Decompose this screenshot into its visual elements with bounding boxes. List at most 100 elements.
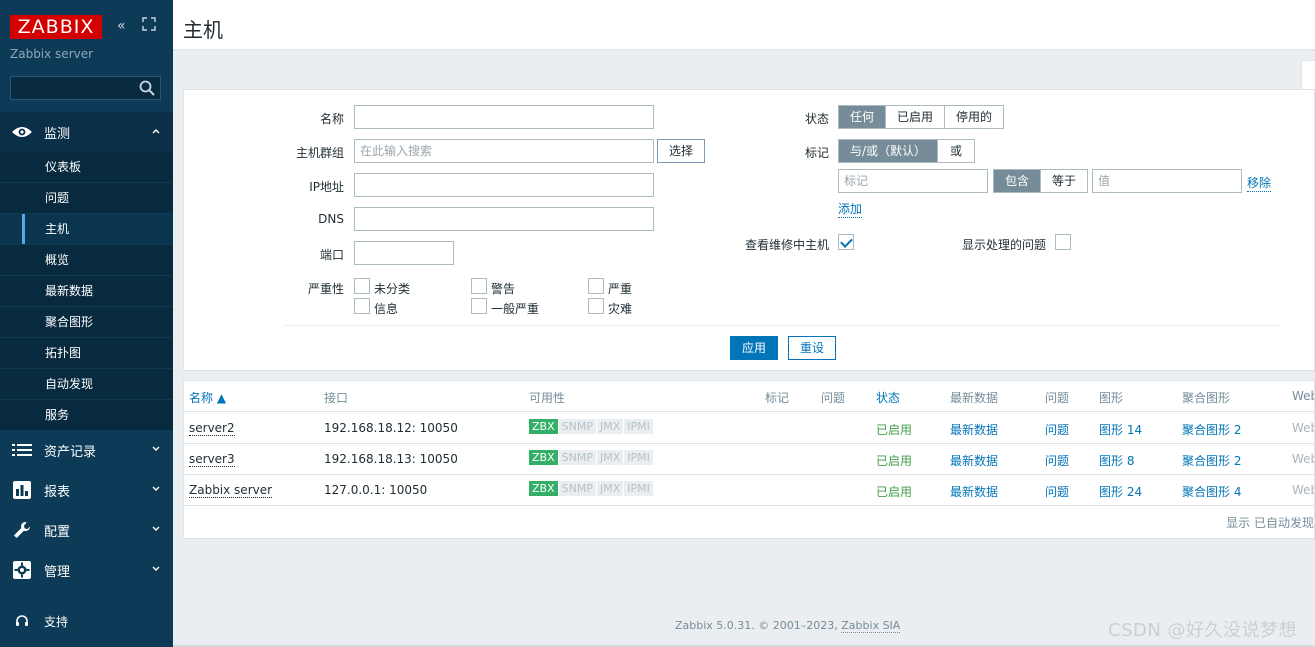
host-name-link[interactable]: server3 [189, 452, 235, 467]
dns-label: DNS [318, 212, 344, 226]
filter-panel: 名称 主机群组 在此输入搜索 选择 IP地址 DNS 端口 严重性 未分类 警告… [183, 89, 1315, 371]
select-button[interactable]: 选择 [657, 139, 705, 163]
graphs-link[interactable]: 图形 14 [1099, 421, 1142, 438]
host-name-link[interactable]: Zabbix server [189, 483, 273, 498]
web-link: Web [1292, 483, 1314, 497]
sidebar-item-screens[interactable]: 聚合图形 [0, 307, 173, 338]
remove-tag-link[interactable]: 移除 [1247, 174, 1272, 192]
zabbix-sia-link[interactable]: Zabbix SIA [841, 619, 901, 633]
zbx-badge: ZBX [529, 450, 558, 465]
host-status[interactable]: 已启用 [876, 421, 912, 438]
severity-warning-checkbox[interactable] [471, 278, 487, 294]
zabbix-logo[interactable]: ZABBIX [10, 15, 102, 39]
severity-average-label: 一般严重 [491, 302, 540, 316]
nav-monitoring-label: 监测 [44, 126, 71, 142]
search-icon[interactable] [138, 79, 156, 97]
hostgroup-input[interactable]: 在此输入搜索 [354, 139, 654, 163]
filter-tab[interactable] [1301, 60, 1315, 90]
nav-inventory[interactable]: 资产记录 [0, 430, 173, 470]
port-label: 端口 [319, 248, 344, 262]
sidebar-item-problems[interactable]: 问题 [0, 183, 173, 214]
status-enabled-option[interactable]: 已启用 [885, 106, 945, 128]
sidebar-item-services[interactable]: 服务 [0, 400, 173, 431]
severity-high-checkbox[interactable] [588, 278, 604, 294]
hosts-table: 名称 ▲ 接口 可用性 标记 问题 状态 最新数据 问题 图形 聚合图形 Web… [183, 380, 1315, 539]
col-status-header[interactable]: 状态 [876, 389, 900, 406]
nav-support[interactable]: 支持 [0, 601, 173, 641]
collapse-sidebar-icon[interactable]: « [117, 18, 126, 34]
screens-link[interactable]: 聚合图形 2 [1182, 452, 1241, 469]
col-interface-header: 接口 [324, 391, 349, 405]
table-footer-note: 显示 已自动发现 [1226, 516, 1314, 530]
problems-link[interactable]: 问题 [1045, 483, 1069, 500]
reset-button[interactable]: 重设 [788, 336, 836, 360]
add-tag-link[interactable]: 添加 [838, 200, 863, 218]
snmp-badge: SNMP [558, 481, 596, 496]
nav-configuration[interactable]: 配置 [0, 510, 173, 550]
web-link: Web [1292, 421, 1314, 435]
status-label: 状态 [804, 112, 829, 126]
eye-icon [11, 125, 33, 139]
chevron-down-icon [152, 486, 160, 491]
sidebar-item-overview[interactable]: 概览 [0, 245, 173, 276]
status-disabled-option[interactable]: 停用的 [944, 106, 1004, 128]
severity-warning-label: 警告 [491, 282, 516, 296]
severity-not-classified-checkbox[interactable] [354, 278, 370, 294]
latest-data-link[interactable]: 最新数据 [950, 421, 998, 438]
screens-link[interactable]: 聚合图形 4 [1182, 483, 1241, 500]
sidebar-item-dashboard[interactable]: 仪表板 [0, 152, 173, 183]
severity-information-checkbox[interactable] [354, 298, 370, 314]
web-link: Web [1292, 452, 1314, 466]
tags-label: 标记 [804, 146, 829, 160]
jmx-badge: JMX [596, 450, 624, 465]
tag-name-input[interactable]: 标记 [838, 169, 988, 193]
nav-support-label: 支持 [44, 614, 69, 629]
tags-and-or-option[interactable]: 与/或（默认） [839, 140, 938, 162]
col-name-header[interactable]: 名称 ▲ [189, 389, 226, 406]
sidebar: ZABBIX « Zabbix server 监测 仪表板 问题 主机 概览 最… [0, 0, 173, 647]
sidebar-item-latest-data[interactable]: 最新数据 [0, 276, 173, 307]
port-input[interactable] [354, 241, 454, 265]
sidebar-item-hosts[interactable]: 主机 [0, 214, 173, 245]
jmx-badge: JMX [596, 419, 624, 434]
severity-disaster-checkbox[interactable] [588, 298, 604, 314]
dns-input[interactable] [354, 207, 654, 231]
graphs-link[interactable]: 图形 8 [1099, 452, 1134, 469]
screens-link[interactable]: 聚合图形 2 [1182, 421, 1241, 438]
kiosk-mode-icon[interactable] [142, 17, 156, 35]
latest-data-link[interactable]: 最新数据 [950, 452, 998, 469]
watermark: CSDN @好久没说梦想 [1108, 620, 1298, 641]
status-any-option[interactable]: 任何 [839, 106, 886, 128]
tag-value-input[interactable]: 值 [1092, 169, 1242, 193]
ip-input[interactable] [354, 173, 654, 197]
nav-reports[interactable]: 报表 [0, 470, 173, 510]
tag-equals-option[interactable]: 等于 [1040, 170, 1088, 192]
status-segmented: 任何 已启用 停用的 [838, 105, 1005, 129]
suppressed-label: 显示处理的问题 [961, 238, 1046, 252]
maintenance-checkbox[interactable] [838, 234, 854, 250]
severity-high-label: 严重 [608, 282, 633, 296]
host-status[interactable]: 已启用 [876, 483, 912, 500]
nav-administration[interactable]: 管理 [0, 550, 173, 590]
problems-link[interactable]: 问题 [1045, 421, 1069, 438]
host-status[interactable]: 已启用 [876, 452, 912, 469]
name-input[interactable] [354, 105, 654, 129]
apply-button[interactable]: 应用 [730, 336, 778, 360]
availability-badges: ZBX SNMP JMX IPMI [529, 450, 654, 465]
tags-or-option[interactable]: 或 [937, 140, 975, 162]
tag-contains-option[interactable]: 包含 [994, 170, 1041, 192]
problems-link[interactable]: 问题 [1045, 452, 1069, 469]
severity-average-checkbox[interactable] [471, 298, 487, 314]
sidebar-item-maps[interactable]: 拓扑图 [0, 338, 173, 369]
hostgroup-label: 主机群组 [295, 146, 344, 160]
zbx-badge: ZBX [529, 481, 558, 496]
sidebar-item-discovery[interactable]: 自动发现 [0, 369, 173, 400]
chevron-down-icon [152, 566, 160, 571]
nav-monitoring[interactable]: 监测 [0, 112, 173, 152]
sidebar-search-input[interactable] [10, 76, 161, 100]
col-availability-header: 可用性 [529, 391, 566, 405]
graphs-link[interactable]: 图形 24 [1099, 483, 1142, 500]
suppressed-checkbox[interactable] [1055, 234, 1071, 250]
latest-data-link[interactable]: 最新数据 [950, 483, 998, 500]
host-name-link[interactable]: server2 [189, 421, 235, 436]
